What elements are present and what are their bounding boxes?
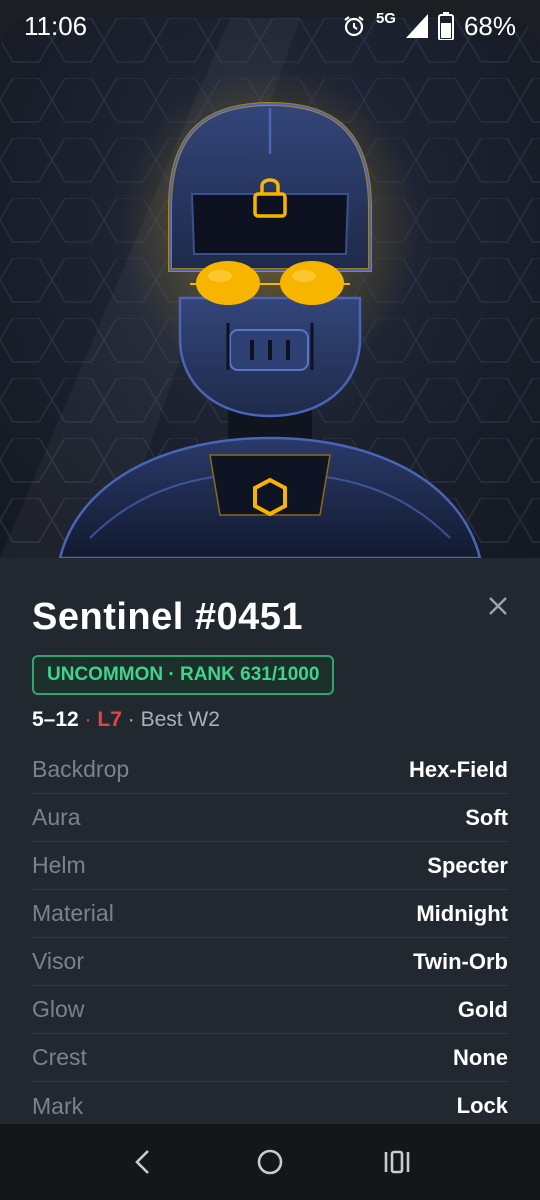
trait-label: Backdrop <box>32 756 130 782</box>
recents-button[interactable] <box>377 1142 417 1182</box>
trait-row: Visor Twin-Orb <box>32 938 508 986</box>
alarm-icon <box>344 16 364 37</box>
trait-label: Aura <box>32 804 81 830</box>
trait-value: Specter <box>427 852 508 878</box>
battle-record: 5–12 · L7 · Best W2 <box>32 708 220 731</box>
trait-value: None <box>453 1044 508 1070</box>
status-bar: 11:06 5G 68% <box>0 0 540 52</box>
trait-row: Helm Specter <box>32 842 508 890</box>
rarity-badge: UNCOMMON · RANK 631/1000 <box>32 655 335 695</box>
close-icon <box>489 597 507 615</box>
nft-detail-card: Sentinel #0451 UNCOMMON · RANK 631/1000 … <box>0 18 540 1124</box>
trait-label: Material <box>32 900 114 926</box>
trait-row: Aura Soft <box>32 794 508 842</box>
back-button[interactable] <box>123 1142 163 1182</box>
trait-label: Visor <box>32 948 84 974</box>
trait-row: Glow Gold <box>32 986 508 1034</box>
trait-value: Midnight <box>416 900 508 926</box>
trait-label: Helm <box>32 852 86 878</box>
trait-value: Lock <box>456 1093 508 1118</box>
signal-icon <box>405 14 428 38</box>
close-button[interactable] <box>486 594 510 618</box>
trait-value: Soft <box>465 804 508 830</box>
loss-streak: L7 <box>97 708 122 731</box>
trait-label: Glow <box>32 996 85 1022</box>
status-time: 11:06 <box>24 10 88 41</box>
home-icon <box>257 1149 283 1175</box>
battery-percent: 68% <box>463 10 516 41</box>
nft-title: Sentinel #0451 <box>32 596 304 638</box>
battery-icon <box>437 12 454 40</box>
details-sheet: Sentinel #0451 UNCOMMON · RANK 631/1000 … <box>0 558 540 1124</box>
trait-label: Crest <box>32 1044 87 1070</box>
back-icon <box>135 1150 150 1174</box>
trait-row: Crest None <box>32 1034 508 1082</box>
win-loss: 5–12 <box>32 708 79 731</box>
trait-row: Material Midnight <box>32 890 508 938</box>
trait-row: Backdrop Hex-Field <box>32 746 508 794</box>
trait-label: Mark <box>32 1092 84 1119</box>
trait-value: Twin-Orb <box>413 948 508 974</box>
network-type: 5G <box>375 9 396 27</box>
status-icons: 5G 68% <box>342 9 516 42</box>
best-streak: Best W2 <box>140 708 220 731</box>
trait-value: Gold <box>457 996 508 1022</box>
system-nav-bar <box>0 1124 540 1200</box>
home-button[interactable] <box>250 1142 290 1182</box>
recents-icon <box>384 1150 409 1174</box>
trait-list: Backdrop Hex-Field Aura Soft Helm Specte… <box>32 746 508 1124</box>
robot-illustration <box>0 18 540 558</box>
trait-row: Mark Lock <box>32 1082 508 1124</box>
nft-artwork <box>0 18 540 558</box>
trait-value: Hex-Field <box>408 756 508 782</box>
